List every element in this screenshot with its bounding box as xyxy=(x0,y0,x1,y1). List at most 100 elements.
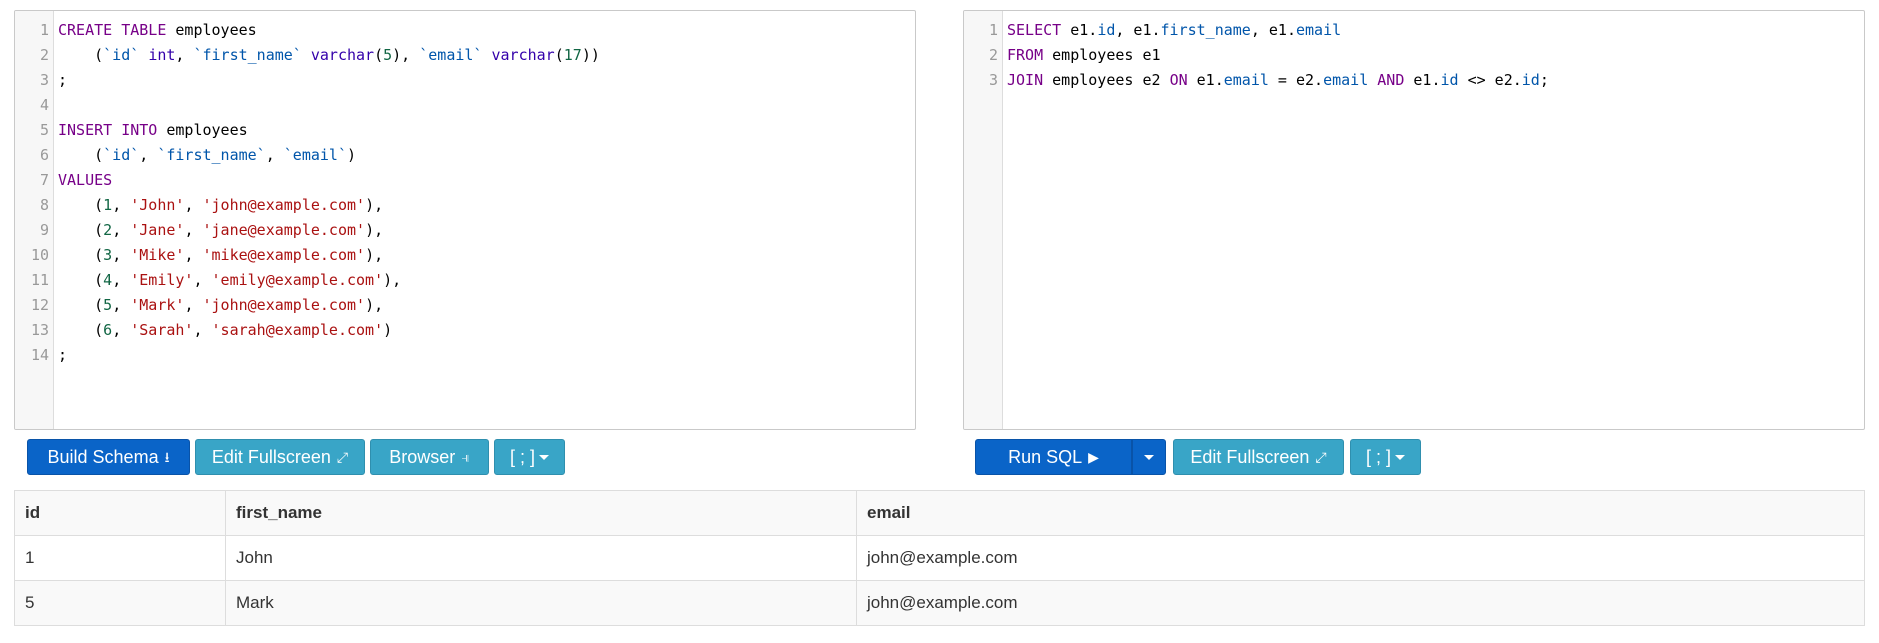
schema-code-line[interactable]: 14; xyxy=(15,343,915,368)
line-content: CREATE TABLE employees xyxy=(58,18,257,43)
code-token: , xyxy=(112,246,131,264)
code-token: ( xyxy=(58,321,104,339)
schema-code-line[interactable]: 12 (5, 'Mark', 'john@example.com'), xyxy=(15,293,915,318)
code-token: ), xyxy=(365,221,384,239)
schema-code-line[interactable]: 13 (6, 'Sarah', 'sarah@example.com') xyxy=(15,318,915,343)
code-token: ( xyxy=(58,196,104,214)
code-token: 'mike@example.com' xyxy=(202,246,366,264)
line-content: (`id`, `first_name`, `email`) xyxy=(58,143,356,168)
schema-edit-fullscreen-button[interactable]: Edit Fullscreen ⤢ xyxy=(195,439,365,475)
code-token: `id` xyxy=(103,146,140,164)
schema-code-line[interactable]: 11 (4, 'Emily', 'emily@example.com'), xyxy=(15,268,915,293)
code-token: `email` xyxy=(283,146,347,164)
code-token: 'John' xyxy=(130,196,185,214)
code-token: ; xyxy=(58,71,68,89)
code-token: 'Sarah' xyxy=(130,321,194,339)
code-token: 3 xyxy=(103,246,113,264)
run-sql-button[interactable]: Run SQL ▶ xyxy=(975,439,1132,475)
code-token: , xyxy=(193,321,212,339)
cell-first-name: Mark xyxy=(225,580,857,626)
results-header-row: id first_name email xyxy=(14,490,1865,536)
schema-code-line[interactable]: 4 xyxy=(15,93,915,118)
cell-email: john@example.com xyxy=(856,535,1865,581)
schema-editor[interactable]: 1 CREATE TABLE employees 2 (`id` int, `fir… xyxy=(14,10,916,430)
code-token: 'Jane' xyxy=(130,221,185,239)
code-token: ), xyxy=(365,246,384,264)
schema-edit-fullscreen-label: Edit Fullscreen xyxy=(211,447,331,467)
code-token: ; xyxy=(1539,71,1549,89)
query-delimiter-dropdown[interactable]: [ ; ] xyxy=(1350,439,1421,475)
code-token: ) xyxy=(347,146,357,164)
query-code[interactable]: 1 SELECT e1.id, e1.first_name, e1.email 2 F… xyxy=(964,18,1864,93)
code-token: e1. xyxy=(1061,21,1098,39)
code-token: email xyxy=(1296,21,1342,39)
code-token: e1. xyxy=(1404,71,1441,89)
build-schema-button[interactable]: Build Schema ⭳ xyxy=(27,439,190,475)
code-token: <> e2. xyxy=(1458,71,1522,89)
line-content: (4, 'Emily', 'emily@example.com'), xyxy=(58,268,401,293)
schema-code-line[interactable]: 9 (2, 'Jane', 'jane@example.com'), xyxy=(15,218,915,243)
schema-code-line[interactable]: 8 (1, 'John', 'john@example.com'), xyxy=(15,193,915,218)
code-token: ( xyxy=(374,46,384,64)
schema-code-line[interactable]: 10 (3, 'Mike', 'mike@example.com'), xyxy=(15,243,915,268)
table-row: 1 John john@example.com xyxy=(14,535,1865,581)
code-token: , xyxy=(184,246,203,264)
code-token: , xyxy=(193,271,212,289)
code-token: , xyxy=(184,221,203,239)
schema-code-line[interactable]: 6 (`id`, `first_name`, `email`) xyxy=(15,143,915,168)
line-content: (3, 'Mike', 'mike@example.com'), xyxy=(58,243,383,268)
schema-code-line[interactable]: 3; xyxy=(15,68,915,93)
code-token: 5 xyxy=(103,296,113,314)
code-token: first_name xyxy=(1160,21,1251,39)
code-token: id xyxy=(1521,71,1540,89)
code-token: ( xyxy=(58,271,104,289)
code-token: employees xyxy=(166,21,257,39)
code-token: CREATE TABLE xyxy=(58,21,167,39)
code-token: 5 xyxy=(383,46,393,64)
code-token: `first_name` xyxy=(157,146,266,164)
line-content: (2, 'Jane', 'jane@example.com'), xyxy=(58,218,383,243)
code-token: email xyxy=(1223,71,1269,89)
schema-code-line[interactable]: 1 CREATE TABLE employees xyxy=(15,18,915,43)
query-edit-fullscreen-label: Edit Fullscreen xyxy=(1190,447,1310,467)
code-token: `id` xyxy=(103,46,140,64)
cell-email: john@example.com xyxy=(856,580,1865,626)
run-sql-options-dropdown[interactable] xyxy=(1132,439,1166,475)
code-token: employees xyxy=(157,121,248,139)
browser-button[interactable]: Browser ⫣ xyxy=(370,439,489,475)
code-token: varchar xyxy=(310,46,375,64)
query-code-line[interactable]: 3 JOIN employees e2 ON e1.email = e2.emai… xyxy=(964,68,1864,93)
schema-code-line[interactable]: 5 INSERT INTO employees xyxy=(15,118,915,143)
code-token: , xyxy=(112,221,131,239)
expand-icon: ⤢ xyxy=(1315,449,1327,465)
query-edit-fullscreen-button[interactable]: Edit Fullscreen ⤢ xyxy=(1173,439,1344,475)
code-token: , e1. xyxy=(1115,21,1161,39)
cell-id: 5 xyxy=(14,580,226,626)
code-token: , xyxy=(112,321,131,339)
code-token: 1 xyxy=(103,196,113,214)
code-token: = e2. xyxy=(1268,71,1324,89)
code-token: `email` xyxy=(419,46,483,64)
code-token: ) xyxy=(383,321,393,339)
line-content: (`id` int, `first_name` varchar(5), `ema… xyxy=(58,43,600,68)
line-content: ; xyxy=(58,68,67,93)
schema-code-line[interactable]: 2 (`id` int, `first_name` varchar(5), `e… xyxy=(15,43,915,68)
query-editor[interactable]: 1 SELECT e1.id, e1.first_name, e1.email 2 F… xyxy=(963,10,1865,430)
column-header-email: email xyxy=(856,490,1865,536)
schema-delimiter-dropdown[interactable]: [ ; ] xyxy=(494,439,565,475)
code-token: ( xyxy=(58,296,104,314)
expand-icon: ⤢ xyxy=(336,449,349,465)
code-token: , xyxy=(112,296,131,314)
code-token: 'Mike' xyxy=(130,246,185,264)
download-icon: ⭳ xyxy=(164,449,170,465)
query-code-line[interactable]: 1 SELECT e1.id, e1.first_name, e1.email xyxy=(964,18,1864,43)
line-number: 2 xyxy=(988,46,998,64)
code-token: , xyxy=(184,196,203,214)
query-code-line[interactable]: 2 FROM employees e1 xyxy=(964,43,1864,68)
results-table: id first_name email 1 John john@example.… xyxy=(14,490,1865,626)
schema-code[interactable]: 1 CREATE TABLE employees 2 (`id` int, `fir… xyxy=(15,18,915,368)
code-token: 4 xyxy=(103,271,113,289)
schema-code-line[interactable]: 7 VALUES xyxy=(15,168,915,193)
